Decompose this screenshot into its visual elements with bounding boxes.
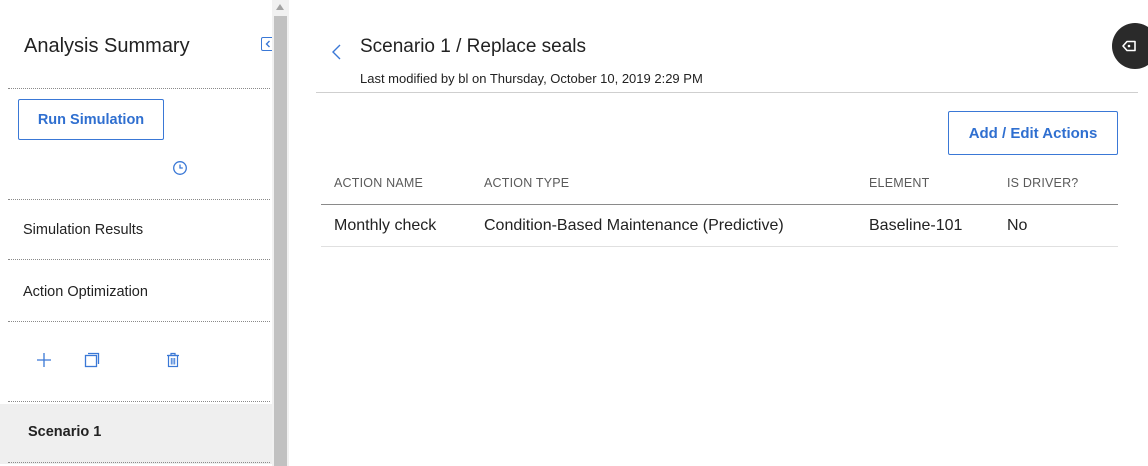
sidebar-item-action-optimization[interactable]: Action Optimization [23,284,148,300]
scrollbar-thumb[interactable] [274,16,287,466]
run-simulation-button[interactable]: Run Simulation [18,99,164,140]
add-edit-actions-button[interactable]: Add / Edit Actions [948,111,1118,155]
guided-tour-button[interactable] [1112,23,1148,69]
page-title: Scenario 1 / Replace seals [360,36,587,57]
cell-is-driver: No [1007,217,1028,234]
column-header-action-type[interactable]: ACTION TYPE [484,176,569,190]
column-header-is-driver[interactable]: IS DRIVER? [1007,176,1078,190]
last-modified-text: Last modified by bl on Thursday, October… [360,71,703,86]
column-header-action-name[interactable]: ACTION NAME [334,176,423,190]
divider [8,401,270,402]
sidebar-item-simulation-results[interactable]: Simulation Results [23,222,143,238]
panel-title: Analysis Summary [24,35,190,57]
signpost-icon [1122,40,1136,52]
back-chevron-icon[interactable] [330,43,342,61]
cell-element: Baseline-101 [869,217,963,234]
divider [8,199,270,200]
clock-icon[interactable] [172,160,188,176]
divider [8,259,270,260]
header-divider [316,92,1138,93]
plus-icon[interactable] [34,350,54,370]
scroll-up-arrow-icon[interactable] [276,4,284,10]
cell-action-type: Condition-Based Maintenance (Predictive) [484,217,784,234]
left-panel: Analysis Summary Run Simulation Simulati… [0,0,275,466]
trash-icon[interactable] [163,350,183,370]
scenario-label: Scenario 1 [28,424,102,440]
copy-icon[interactable] [82,350,102,370]
table-header-divider [321,204,1118,205]
divider [8,462,270,463]
column-header-element[interactable]: ELEMENT [869,176,929,190]
row-divider [321,246,1118,247]
divider [8,88,270,89]
cell-action-name[interactable]: Monthly check [334,217,436,235]
divider [8,321,270,322]
